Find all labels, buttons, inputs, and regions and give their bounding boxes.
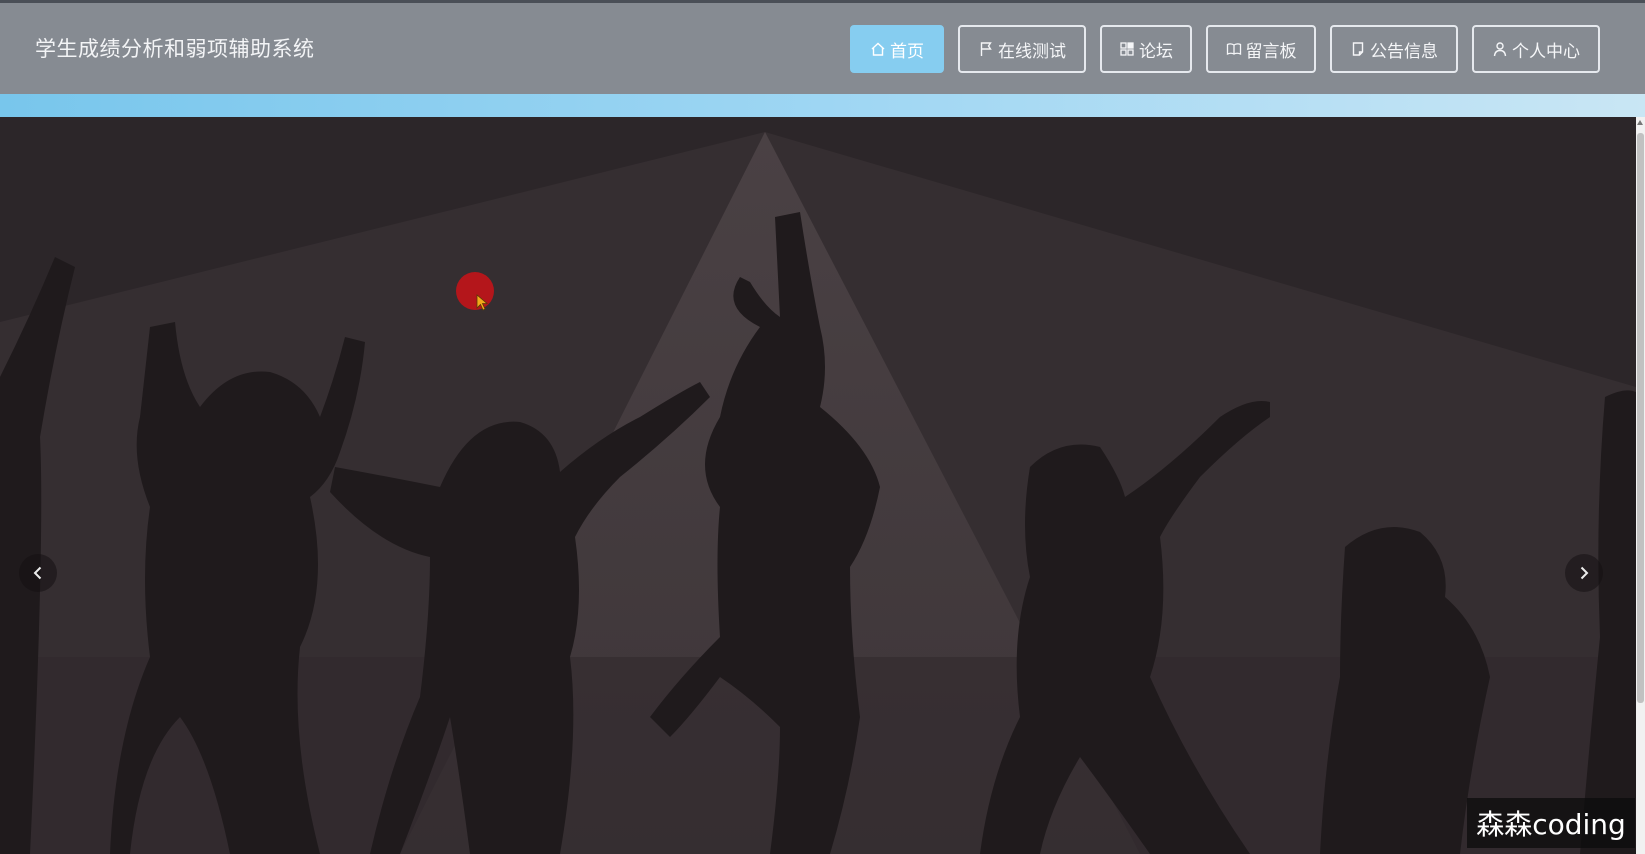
book-icon [1226, 41, 1242, 57]
page-scrollbar[interactable] [1636, 117, 1645, 854]
scrollbar-thumb[interactable] [1637, 133, 1644, 703]
nav-personal-center-button[interactable]: 个人中心 [1472, 25, 1600, 73]
mouse-pointer-icon [476, 294, 489, 311]
accent-strip [0, 94, 1645, 117]
apps-icon [1119, 41, 1135, 57]
page: 学生成绩分析和弱项辅助系统 首页 在线测试 论坛 留言板 公告信息 个人中心 森… [0, 0, 1645, 854]
nav-online-test-button[interactable]: 在线测试 [958, 25, 1086, 73]
banner-image [0, 117, 1636, 854]
nav-forum-label: 论坛 [1139, 41, 1173, 62]
nav-home-button[interactable]: 首页 [850, 25, 944, 73]
nav-message-board-label: 留言板 [1245, 41, 1297, 62]
nav-online-test-label: 在线测试 [998, 41, 1066, 62]
nav-announcements-label: 公告信息 [1370, 41, 1438, 62]
nav-announcements-button[interactable]: 公告信息 [1330, 25, 1458, 73]
home-icon [870, 41, 886, 57]
scroll-up-icon[interactable] [1637, 120, 1643, 125]
banner-carousel [0, 117, 1636, 854]
carousel-prev-button[interactable] [19, 554, 57, 592]
chevron-left-icon [33, 566, 42, 580]
user-icon [1492, 41, 1508, 57]
document-icon [1350, 41, 1366, 57]
app-title: 学生成绩分析和弱项辅助系统 [35, 37, 315, 61]
nav-home-label: 首页 [890, 41, 924, 62]
nav-forum-button[interactable]: 论坛 [1100, 25, 1192, 73]
nav-personal-center-label: 个人中心 [1512, 41, 1580, 62]
watermark: 森森coding [1467, 798, 1635, 848]
chevron-right-icon [1580, 566, 1589, 580]
nav-message-board-button[interactable]: 留言板 [1206, 25, 1316, 73]
flag-icon [978, 41, 994, 57]
header-bar: 学生成绩分析和弱项辅助系统 首页 在线测试 论坛 留言板 公告信息 个人中心 [0, 0, 1645, 94]
carousel-next-button[interactable] [1565, 554, 1603, 592]
